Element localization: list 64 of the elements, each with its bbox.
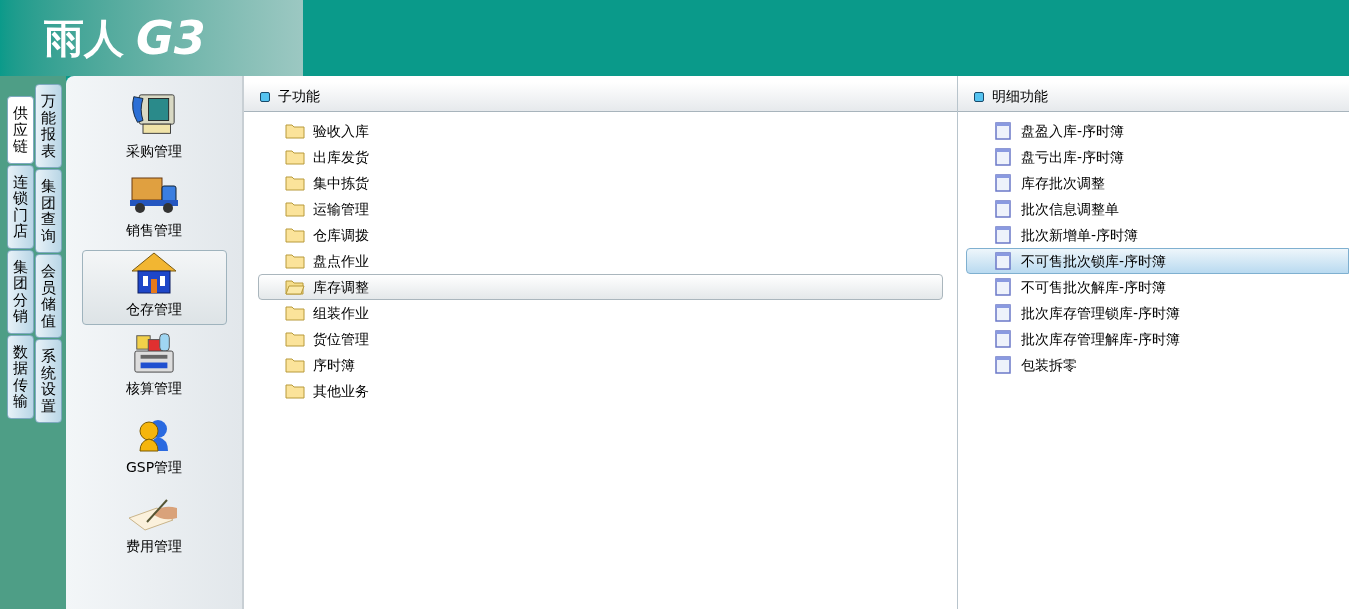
document-icon — [995, 252, 1011, 270]
panel-title: 明细功能 — [992, 87, 1048, 106]
document-icon — [995, 304, 1011, 322]
vertical-tab[interactable]: 数据传输 — [7, 334, 34, 419]
folder-item[interactable]: 组装作业 — [258, 300, 943, 326]
house-icon — [130, 251, 178, 295]
vertical-tab[interactable]: 供应链 — [7, 96, 34, 164]
vertical-tab[interactable]: 集团分销 — [7, 249, 34, 334]
detail-item[interactable]: 盘亏出库-序时簿 — [966, 144, 1349, 170]
folder-item[interactable]: 货位管理 — [258, 326, 943, 352]
folder-item[interactable]: 序时簿 — [258, 352, 943, 378]
vertical-tab[interactable]: 系统设置 — [35, 339, 62, 423]
document-icon — [995, 226, 1011, 244]
folder-icon — [285, 227, 305, 243]
folder-icon — [285, 175, 305, 191]
folder-icon — [285, 123, 305, 139]
detail-item[interactable]: 盘盈入库-序时簿 — [966, 118, 1349, 144]
folder-item[interactable]: 运输管理 — [258, 196, 943, 222]
vertical-tab[interactable]: 万能报表 — [35, 84, 62, 168]
document-icon — [995, 356, 1011, 374]
folder-item[interactable]: 仓库调拨 — [258, 222, 943, 248]
module-button[interactable]: 核算管理 — [81, 329, 227, 404]
detail-item[interactable]: 批次库存管理解库-序时簿 — [966, 326, 1349, 352]
panel-title: 子功能 — [278, 87, 320, 106]
open-folder-icon — [285, 279, 305, 295]
module-button[interactable]: 销售管理 — [81, 171, 227, 246]
detail-item[interactable]: 不可售批次解库-序时簿 — [966, 274, 1349, 300]
folder-item[interactable]: 其他业务 — [258, 378, 943, 404]
detail-item[interactable]: 库存批次调整 — [966, 170, 1349, 196]
folder-icon — [285, 305, 305, 321]
detail-item[interactable]: 批次库存管理锁库-序时簿 — [966, 300, 1349, 326]
vertical-tab[interactable]: 会员储值 — [35, 254, 62, 338]
detail-item[interactable]: 包装拆零 — [966, 352, 1349, 378]
document-icon — [995, 174, 1011, 192]
document-icon — [995, 148, 1011, 166]
detail-item[interactable]: 不可售批次锁库-序时簿 — [966, 248, 1349, 274]
folder-item[interactable]: 盘点作业 — [258, 248, 943, 274]
detail-item[interactable]: 批次新增单-序时簿 — [966, 222, 1349, 248]
logo-mark: G3 — [136, 9, 206, 67]
document-icon — [995, 330, 1011, 348]
vertical-tab[interactable]: 集团查询 — [35, 169, 62, 253]
folder-item[interactable]: 出库发货 — [258, 144, 943, 170]
document-icon — [995, 278, 1011, 296]
folder-icon — [285, 383, 305, 399]
logo-text: 雨人 — [44, 14, 124, 63]
folder-icon — [285, 357, 305, 373]
module-button[interactable]: GSP管理 — [81, 408, 227, 483]
document-icon — [995, 122, 1011, 140]
folder-item[interactable]: 验收入库 — [258, 118, 943, 144]
document-icon — [995, 200, 1011, 218]
square-bullet-icon — [974, 91, 984, 102]
vertical-tab[interactable]: 连锁门店 — [7, 164, 34, 249]
folder-icon — [285, 149, 305, 165]
module-button[interactable]: 采购管理 — [81, 92, 227, 167]
folder-icon — [285, 331, 305, 347]
folder-item[interactable]: 集中拣货 — [258, 170, 943, 196]
module-button[interactable]: 仓存管理 — [81, 250, 227, 325]
detail-item[interactable]: 批次信息调整单 — [966, 196, 1349, 222]
module-button[interactable]: 费用管理 — [81, 487, 227, 562]
folder-icon — [285, 201, 305, 217]
folder-item[interactable]: 库存调整 — [258, 274, 943, 300]
truck-icon — [128, 176, 180, 216]
folder-icon — [285, 253, 305, 269]
square-bullet-icon — [260, 91, 270, 102]
